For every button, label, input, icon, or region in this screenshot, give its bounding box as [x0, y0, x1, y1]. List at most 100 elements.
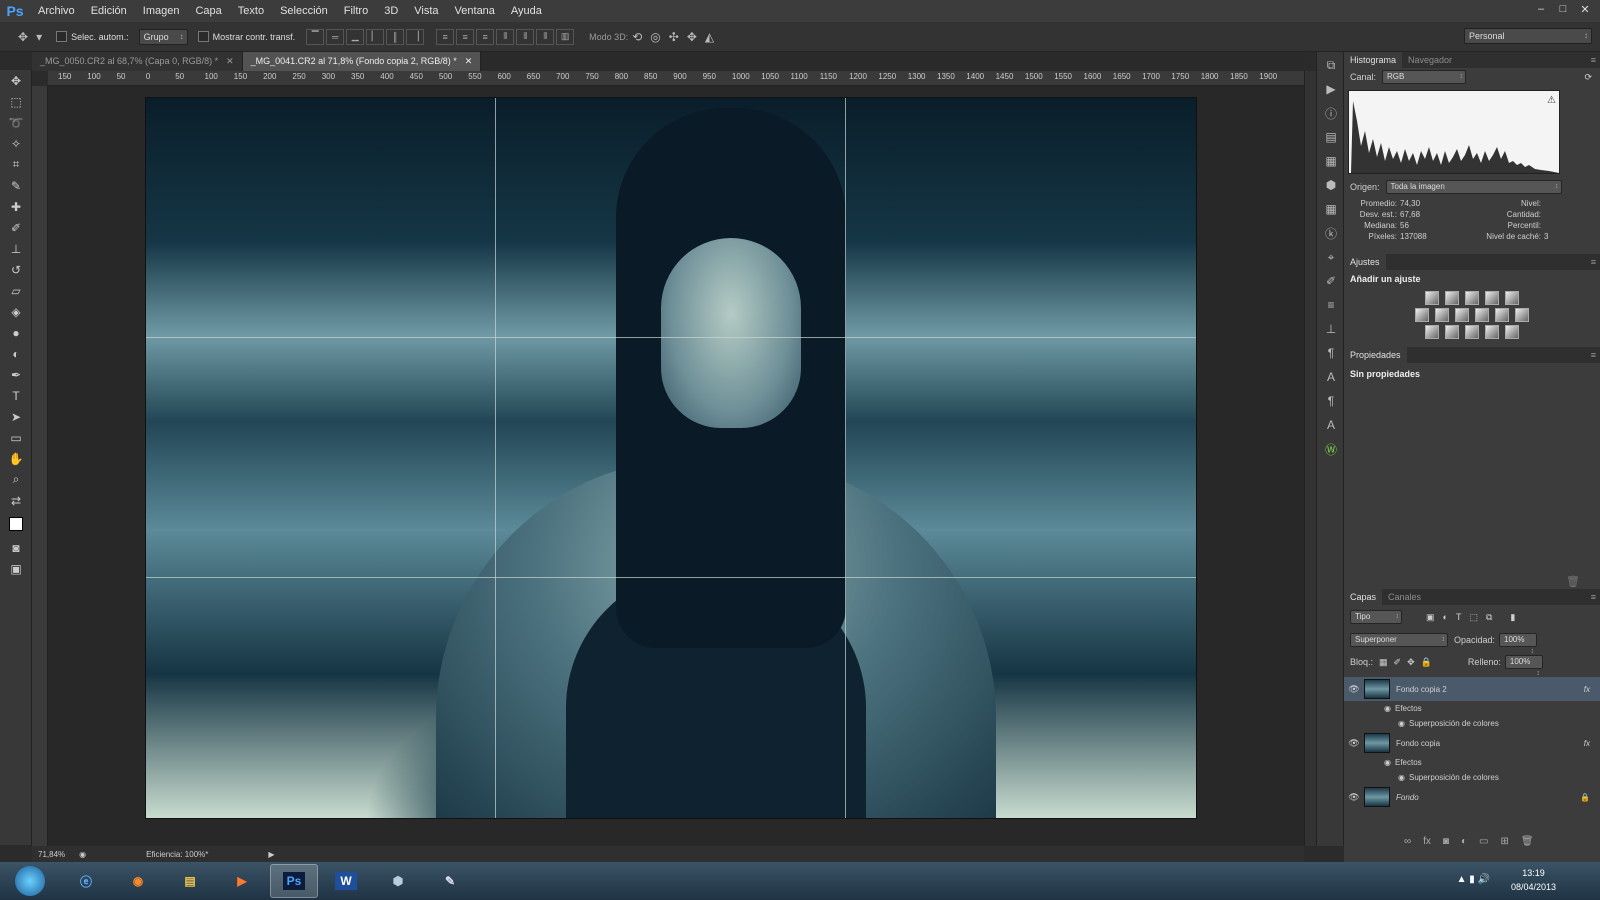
channel-mixer-icon[interactable]: [1495, 308, 1509, 322]
distribute-hcenter-icon[interactable]: ⦀: [516, 28, 535, 45]
color-swatches-icon[interactable]: [0, 511, 32, 537]
panel-menu-icon[interactable]: ≡: [1591, 55, 1596, 65]
tab-capas[interactable]: Capas: [1344, 589, 1383, 605]
menu-ventana[interactable]: Ventana: [447, 0, 503, 22]
screen-mode-icon[interactable]: ▣: [0, 558, 32, 579]
fx-icon[interactable]: fx: [1423, 836, 1431, 847]
fx-icon[interactable]: fx: [1584, 739, 1590, 748]
document-image[interactable]: [146, 98, 1196, 818]
refresh-icon[interactable]: ⟳: [1584, 72, 1592, 83]
opacity-input[interactable]: 100%: [1499, 633, 1538, 658]
tab-mg0050[interactable]: _MG_0050.CR2 al 68,7% (Capa 0, RGB/8) * ✕: [32, 52, 243, 71]
path-selection-icon[interactable]: ➤: [0, 406, 32, 427]
color-balance-icon[interactable]: [1435, 308, 1449, 322]
panel-menu-icon[interactable]: ≡: [1591, 350, 1596, 360]
info-icon[interactable]: ◉: [79, 850, 86, 859]
exposure-icon[interactable]: [1485, 291, 1499, 305]
3d-icon[interactable]: ⬢: [374, 864, 422, 898]
align-right-icon[interactable]: ▕: [406, 28, 425, 45]
status-menu-icon[interactable]: ▶: [268, 850, 274, 859]
close-button[interactable]: ✕: [1574, 0, 1596, 18]
kuler-icon[interactable]: ⓚ: [1317, 222, 1345, 244]
layer-row[interactable]: 👁 Fondo copia 2 fx: [1344, 677, 1600, 701]
layer-row[interactable]: 👁 Fondo copia fx: [1344, 731, 1600, 755]
magic-wand-icon[interactable]: ✧: [0, 133, 32, 154]
rotate-3d-icon[interactable]: ⟲: [632, 30, 642, 44]
menu-texto[interactable]: Texto: [230, 0, 272, 22]
eye-icon[interactable]: 👁: [1344, 684, 1364, 695]
canvas-area[interactable]: [48, 86, 1304, 846]
fill-input[interactable]: 100%: [1504, 655, 1543, 680]
close-icon[interactable]: ✕: [226, 56, 234, 66]
filter-shape-icon[interactable]: ⬚: [1469, 612, 1478, 623]
notes-icon[interactable]: ▤: [1317, 126, 1345, 148]
paint-bucket-icon[interactable]: ◈: [0, 301, 32, 322]
link-icon[interactable]: ∞: [1404, 836, 1411, 847]
layer-effect-row[interactable]: ◉ Superposición de colores: [1344, 716, 1600, 731]
paragraph-icon[interactable]: ¶: [1317, 342, 1345, 364]
filter-toggle-icon[interactable]: ▮: [1510, 612, 1515, 623]
word-icon[interactable]: W: [322, 864, 370, 898]
workspace-dropdown[interactable]: Personal: [1464, 28, 1592, 44]
move-tool-icon[interactable]: ✥: [0, 70, 32, 91]
shape-tool-icon[interactable]: ▭: [0, 427, 32, 448]
media-icon[interactable]: ▶: [218, 864, 266, 898]
move-tool-icon[interactable]: ✥: [18, 30, 28, 44]
brightness-icon[interactable]: [1425, 291, 1439, 305]
hue-saturation-icon[interactable]: [1415, 308, 1429, 322]
lasso-tool-icon[interactable]: ➰: [0, 112, 32, 133]
history-brush-icon[interactable]: ↺: [0, 259, 32, 280]
hand-tool-icon[interactable]: ✋: [0, 448, 32, 469]
curves-icon[interactable]: [1465, 291, 1479, 305]
minimize-button[interactable]: –: [1530, 0, 1552, 18]
menu-archivo[interactable]: Archivo: [30, 0, 83, 22]
tab-mg0041[interactable]: _MG_0041.CR2 al 71,8% (Fondo copia 2, RG…: [242, 52, 482, 71]
3d-icon[interactable]: ⬢: [1317, 174, 1345, 196]
new-layer-icon[interactable]: ⊞: [1500, 836, 1508, 847]
timeline-icon[interactable]: ▦: [1317, 198, 1345, 220]
vibrance-icon[interactable]: [1505, 291, 1519, 305]
layer-effects-row[interactable]: ◉ Efectos: [1344, 701, 1600, 716]
start-button[interactable]: [2, 864, 58, 898]
history-icon[interactable]: ⧉: [1317, 54, 1345, 76]
distribute-top-icon[interactable]: ≡: [436, 28, 455, 45]
eraser-tool-icon[interactable]: ▱: [0, 280, 32, 301]
threshold-icon[interactable]: [1465, 325, 1479, 339]
info-icon[interactable]: ⓘ: [1317, 102, 1345, 124]
healing-brush-icon[interactable]: ✚: [0, 196, 32, 217]
eye-icon[interactable]: ◉: [1398, 773, 1405, 782]
eye-icon[interactable]: 👁: [1344, 792, 1364, 803]
posterize-icon[interactable]: [1445, 325, 1459, 339]
layer-name[interactable]: Fondo copia: [1396, 739, 1440, 748]
distribute-right-icon[interactable]: ⦀: [536, 28, 555, 45]
invert-icon[interactable]: [1425, 325, 1439, 339]
clone-source-icon[interactable]: ⊥: [1317, 318, 1345, 340]
eye-icon[interactable]: ◉: [1384, 704, 1391, 713]
lock-all-icon[interactable]: 🔒: [1421, 657, 1432, 668]
firefox-icon[interactable]: ◉: [114, 864, 162, 898]
character-styles-icon[interactable]: A: [1317, 414, 1345, 436]
paint-icon[interactable]: ✎: [426, 864, 474, 898]
black-white-icon[interactable]: [1455, 308, 1469, 322]
folder-icon[interactable]: ▭: [1479, 836, 1488, 847]
brush-presets-icon[interactable]: ✐: [1317, 270, 1345, 292]
layer-row[interactable]: 👁 Fondo 🔒: [1344, 785, 1600, 809]
distribute-vcenter-icon[interactable]: ≡: [456, 28, 475, 45]
lock-position-icon[interactable]: ✥: [1407, 657, 1415, 668]
zoom-level[interactable]: 71,84%: [38, 850, 65, 859]
menu-filtro[interactable]: Filtro: [336, 0, 376, 22]
auto-select-checkbox[interactable]: [56, 31, 68, 42]
eye-icon[interactable]: 👁: [1344, 738, 1364, 749]
eyedropper-icon[interactable]: ✎: [0, 175, 32, 196]
plugin-icon[interactable]: Ⓦ: [1317, 438, 1345, 460]
swap-colors-icon[interactable]: ⇄: [0, 490, 32, 511]
panel-menu-icon[interactable]: ≡: [1591, 592, 1596, 602]
canvas-scrollbar[interactable]: [1304, 71, 1316, 846]
menu-3d[interactable]: 3D: [376, 0, 406, 22]
trash-icon[interactable]: 🗑: [1344, 575, 1600, 589]
lock-pixels-icon[interactable]: ✐: [1394, 657, 1402, 668]
paragraph-styles-icon[interactable]: ¶: [1317, 390, 1345, 412]
brush-tool-icon[interactable]: ✐: [0, 217, 32, 238]
eye-icon[interactable]: ◉: [1384, 758, 1391, 767]
menu-seleccion[interactable]: Selección: [272, 0, 336, 22]
